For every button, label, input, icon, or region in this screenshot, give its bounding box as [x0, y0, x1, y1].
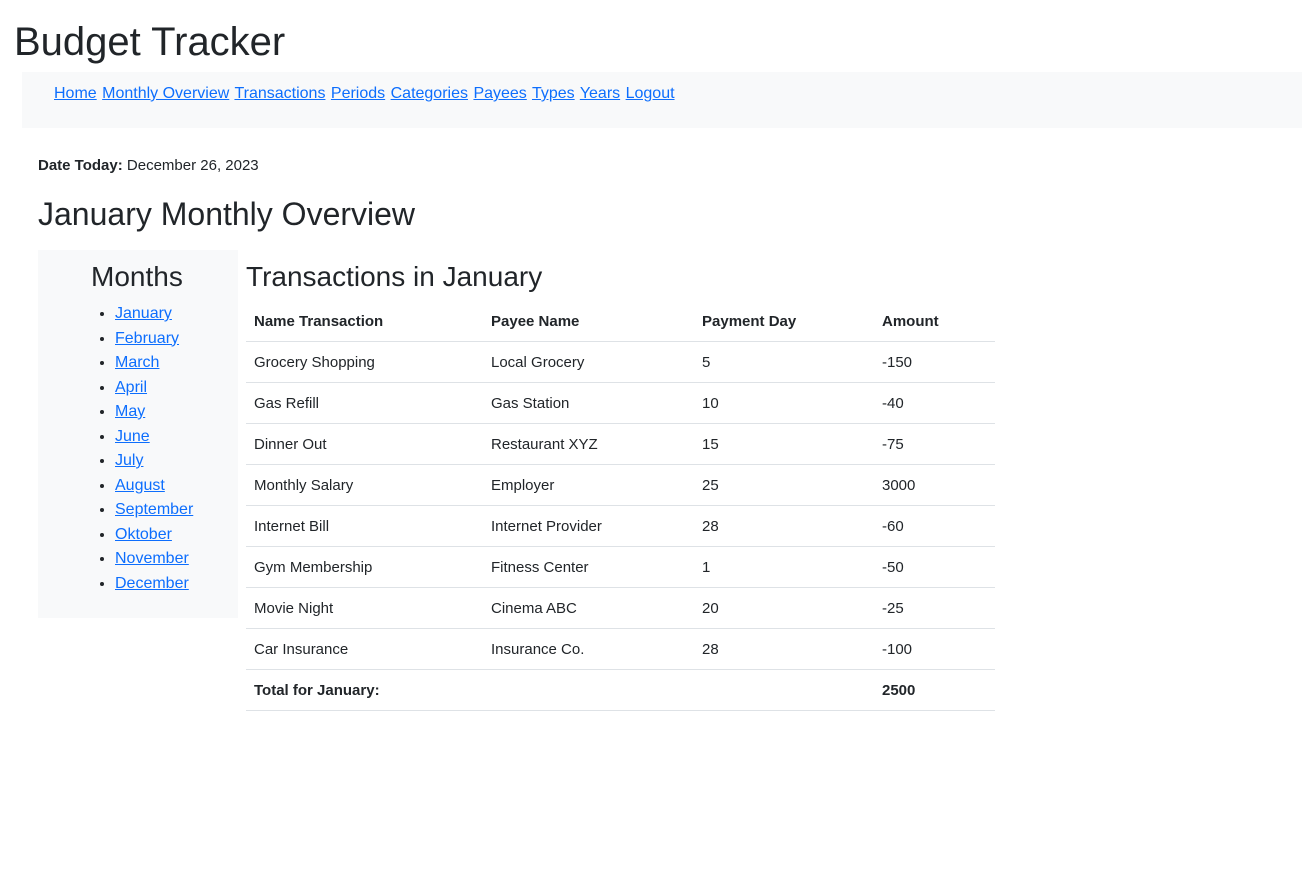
transaction-name: Grocery Shopping [246, 341, 483, 383]
month-link-march[interactable]: March [115, 354, 159, 371]
months-heading: Months [91, 261, 183, 292]
month-item: July [115, 449, 193, 474]
transaction-name: Dinner Out [246, 423, 483, 465]
month-link-april[interactable]: April [115, 379, 147, 396]
month-item: February [115, 327, 193, 352]
date-today-value: December 26, 2023 [126, 157, 259, 174]
payment-day: 28 [694, 628, 874, 670]
nav-link-payees[interactable]: Payees [473, 85, 526, 102]
month-item: January [115, 302, 193, 327]
transaction-name: Movie Night [246, 587, 483, 629]
table-row: Gas Refill Gas Station 10 -40 [246, 382, 995, 424]
transaction-name: Internet Bill [246, 505, 483, 547]
payee-name: Fitness Center [483, 546, 694, 588]
amount: 3000 [874, 464, 995, 506]
month-item: August [115, 474, 193, 499]
month-link-december[interactable]: December [115, 575, 189, 592]
payment-day: 20 [694, 587, 874, 629]
transaction-name: Monthly Salary [246, 464, 483, 506]
month-link-september[interactable]: September [115, 501, 193, 518]
transaction-name: Gas Refill [246, 382, 483, 424]
table-row: Monthly Salary Employer 25 3000 [246, 464, 995, 506]
month-link-february[interactable]: February [115, 330, 179, 347]
transactions-heading: Transactions in January [246, 261, 543, 292]
column-header-amount: Amount [874, 301, 995, 342]
month-link-june[interactable]: June [115, 428, 150, 445]
total-label: Total for January: [246, 669, 483, 711]
date-today-label: Date Today: [38, 157, 123, 174]
nav-link-home[interactable]: Home [54, 85, 97, 102]
month-item: December [115, 572, 193, 597]
payee-name: Internet Provider [483, 505, 694, 547]
nav-link-monthly-overview[interactable]: Monthly Overview [102, 85, 229, 102]
nav-link-transactions[interactable]: Transactions [234, 85, 325, 102]
column-header-payment-day: Payment Day [694, 301, 874, 342]
transaction-name: Car Insurance [246, 628, 483, 670]
amount: -60 [874, 505, 995, 547]
table-row: Movie Night Cinema ABC 20 -25 [246, 587, 995, 629]
app-title: Budget Tracker [14, 20, 286, 64]
nav-link-logout[interactable]: Logout [626, 85, 675, 102]
payee-name: Gas Station [483, 382, 694, 424]
months-list: January February March April May June Ju… [115, 302, 193, 596]
transaction-name: Gym Membership [246, 546, 483, 588]
table-row: Grocery Shopping Local Grocery 5 -150 [246, 341, 995, 383]
month-link-oktober[interactable]: Oktober [115, 526, 172, 543]
column-header-payee-name: Payee Name [483, 301, 694, 342]
table-row: Internet Bill Internet Provider 28 -60 [246, 505, 995, 547]
month-link-august[interactable]: August [115, 477, 165, 494]
nav-links: Home Monthly Overview Transactions Perio… [54, 84, 676, 104]
payee-name: Cinema ABC [483, 587, 694, 629]
month-link-january[interactable]: January [115, 305, 172, 322]
month-item: March [115, 351, 193, 376]
table-row: Car Insurance Insurance Co. 28 -100 [246, 628, 995, 670]
month-item: May [115, 400, 193, 425]
navbar: Home Monthly Overview Transactions Perio… [22, 72, 1302, 128]
payment-day: 5 [694, 341, 874, 383]
amount: -100 [874, 628, 995, 670]
column-header-name-transaction: Name Transaction [246, 301, 483, 342]
transactions-table: Name Transaction Payee Name Payment Day … [246, 301, 995, 711]
nav-link-periods[interactable]: Periods [331, 85, 385, 102]
payee-name: Employer [483, 464, 694, 506]
payee-name: Insurance Co. [483, 628, 694, 670]
table-row: Gym Membership Fitness Center 1 -50 [246, 546, 995, 588]
total-row: Total for January: 2500 [246, 669, 995, 711]
month-item: April [115, 376, 193, 401]
table-header-row: Name Transaction Payee Name Payment Day … [246, 301, 995, 342]
payment-day: 28 [694, 505, 874, 547]
total-empty-cell [694, 669, 874, 711]
amount: -150 [874, 341, 995, 383]
payee-name: Local Grocery [483, 341, 694, 383]
month-item: June [115, 425, 193, 450]
month-link-may[interactable]: May [115, 403, 145, 420]
amount: -25 [874, 587, 995, 629]
amount: -40 [874, 382, 995, 424]
month-link-november[interactable]: November [115, 550, 189, 567]
payment-day: 1 [694, 546, 874, 588]
total-value: 2500 [874, 669, 995, 711]
payment-day: 15 [694, 423, 874, 465]
month-item: November [115, 547, 193, 572]
months-sidebar: Months January February March April May … [38, 250, 238, 618]
table-row: Dinner Out Restaurant XYZ 15 -75 [246, 423, 995, 465]
payment-day: 25 [694, 464, 874, 506]
date-today: Date Today: December 26, 2023 [38, 156, 259, 176]
page-heading: January Monthly Overview [38, 196, 416, 232]
amount: -50 [874, 546, 995, 588]
nav-link-types[interactable]: Types [532, 85, 575, 102]
nav-link-years[interactable]: Years [580, 85, 620, 102]
month-item: Oktober [115, 523, 193, 548]
amount: -75 [874, 423, 995, 465]
nav-link-categories[interactable]: Categories [391, 85, 468, 102]
payee-name: Restaurant XYZ [483, 423, 694, 465]
payment-day: 10 [694, 382, 874, 424]
total-empty-cell [483, 669, 694, 711]
month-item: September [115, 498, 193, 523]
month-link-july[interactable]: July [115, 452, 143, 469]
